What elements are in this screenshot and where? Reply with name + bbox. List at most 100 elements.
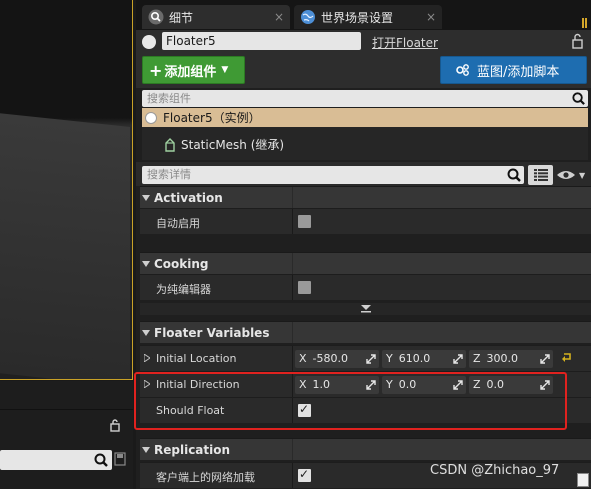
category-floater-variables[interactable]: Floater Variables <box>140 321 591 343</box>
details-search-input[interactable]: 搜索详情 <box>142 166 524 184</box>
value: 300.0 <box>486 352 519 365</box>
drag-handle-icon[interactable] <box>453 354 463 364</box>
details-panel: 细节 × 世界场景设置 × Floater5 打开Floater + 添加组件 … <box>136 0 591 489</box>
property-row-initial-location: Initial Location X -580.0 Y 610.0 Z 300.0 <box>140 345 591 371</box>
viewport-geometry <box>0 109 130 379</box>
static-mesh-icon <box>164 137 176 152</box>
axis-label: Y <box>386 378 393 391</box>
blueprint-icon <box>455 63 471 77</box>
chevron-down-icon: ▼ <box>221 65 229 75</box>
location-x-field[interactable]: X -580.0 <box>295 350 379 368</box>
should-float-checkbox[interactable]: ✓ <box>298 402 311 417</box>
left-panel-divider <box>0 409 133 410</box>
checkmark-icon: ✓ <box>299 467 310 481</box>
property-label: 为纯编辑器 <box>156 283 211 296</box>
drag-handle-icon[interactable] <box>540 380 550 390</box>
column-divider <box>292 253 293 274</box>
chevron-right-icon[interactable] <box>144 354 150 362</box>
axis-label: X <box>299 378 307 391</box>
view-options-button[interactable]: ▼ <box>556 168 588 182</box>
axis-label: Y <box>386 352 393 365</box>
add-component-label: 添加组件 <box>164 64 217 80</box>
reset-to-default-icon[interactable] <box>562 352 572 364</box>
actor-name-field[interactable]: Floater5 <box>162 32 361 50</box>
advanced-expander[interactable] <box>140 303 591 315</box>
chevron-down-icon <box>142 329 150 336</box>
category-title: Replication <box>154 442 231 457</box>
save-icon[interactable] <box>114 452 126 466</box>
lock-icon[interactable] <box>108 418 122 432</box>
axis-label: X <box>299 352 307 365</box>
checkmark-icon: ✓ <box>299 402 310 416</box>
close-icon[interactable]: × <box>426 10 436 24</box>
property-row: 为纯编辑器 <box>140 274 591 300</box>
left-search-input[interactable] <box>0 450 112 470</box>
magnifier-icon <box>148 9 164 25</box>
property-label: Initial Direction <box>156 378 240 391</box>
tab-world-settings[interactable]: 世界场景设置 × <box>294 5 442 29</box>
actor-icon <box>145 111 157 124</box>
actor-icon <box>142 35 156 49</box>
property-matrix-button[interactable] <box>528 165 553 185</box>
editor-only-checkbox[interactable] <box>298 281 311 294</box>
component-search-input[interactable]: 搜索组件 <box>142 90 588 107</box>
location-y-field[interactable]: Y 610.0 <box>382 350 466 368</box>
category-title: Floater Variables <box>154 325 270 340</box>
resize-handle[interactable] <box>577 473 589 487</box>
column-divider <box>292 346 293 371</box>
component-search-placeholder: 搜索组件 <box>147 92 191 105</box>
property-row-should-float: Should Float ✓ <box>140 397 591 423</box>
search-icon <box>572 92 585 105</box>
drag-handle-icon[interactable] <box>366 380 376 390</box>
drag-handle-icon[interactable] <box>540 354 550 364</box>
component-tree-root[interactable]: Floater5（实例） <box>142 108 588 127</box>
location-z-field[interactable]: Z 300.0 <box>469 350 553 368</box>
direction-x-field[interactable]: X 1.0 <box>295 376 379 394</box>
actor-name-row: Floater5 打开Floater <box>136 30 591 54</box>
chevron-down-icon <box>360 305 371 313</box>
column-divider <box>292 275 293 300</box>
value: -580.0 <box>312 352 349 365</box>
open-class-link[interactable]: 打开Floater <box>372 34 438 51</box>
close-icon[interactable]: × <box>274 10 284 24</box>
chevron-down-icon <box>142 260 150 267</box>
component-tree: Floater5（实例） StaticMesh (继承) <box>142 108 588 160</box>
details-search-bar: 搜索详情 ▼ <box>136 162 591 186</box>
chevron-right-icon[interactable] <box>144 380 150 388</box>
column-divider <box>292 398 293 423</box>
plus-icon: + <box>149 60 163 80</box>
column-divider <box>292 209 293 234</box>
grid-icon <box>533 169 548 181</box>
category-cooking[interactable]: Cooking <box>140 252 591 274</box>
property-label: 自动启用 <box>156 217 200 230</box>
component-tree-item[interactable]: StaticMesh (继承) <box>164 136 284 153</box>
level-viewport[interactable] <box>0 0 133 380</box>
search-icon <box>94 453 108 467</box>
blueprint-add-script-button[interactable]: 蓝图/添加脚本 <box>440 56 587 84</box>
component-toolbar: + 添加组件 ▼ 蓝图/添加脚本 <box>136 54 591 88</box>
category-activation[interactable]: Activation <box>140 186 591 208</box>
value: 0.0 <box>486 378 505 391</box>
column-divider <box>292 463 293 488</box>
tab-world-label: 世界场景设置 <box>321 10 394 25</box>
component-child-label: StaticMesh (继承) <box>181 138 285 152</box>
tab-details[interactable]: 细节 × <box>142 5 290 29</box>
direction-y-field[interactable]: Y 0.0 <box>382 376 466 394</box>
property-label: Should Float <box>156 404 225 417</box>
drag-handle-icon[interactable] <box>366 354 376 364</box>
add-component-button[interactable]: + 添加组件 ▼ <box>142 56 245 84</box>
drag-handle-icon[interactable] <box>453 380 463 390</box>
blueprint-label: 蓝图/添加脚本 <box>477 64 560 80</box>
direction-z-field[interactable]: Z 0.0 <box>469 376 553 394</box>
column-divider <box>292 187 293 208</box>
chevron-down-icon: ▼ <box>579 170 586 180</box>
category-replication[interactable]: Replication <box>140 438 591 460</box>
auto-activate-checkbox[interactable] <box>298 215 311 228</box>
column-divider <box>292 322 293 343</box>
chevron-down-icon <box>142 446 150 453</box>
property-row: 自动启用 <box>140 208 591 234</box>
property-label: Initial Location <box>156 352 237 365</box>
net-load-on-client-checkbox[interactable]: ✓ <box>298 467 311 482</box>
panel-grip-icon[interactable] <box>582 18 588 28</box>
lock-icon[interactable] <box>571 33 585 49</box>
